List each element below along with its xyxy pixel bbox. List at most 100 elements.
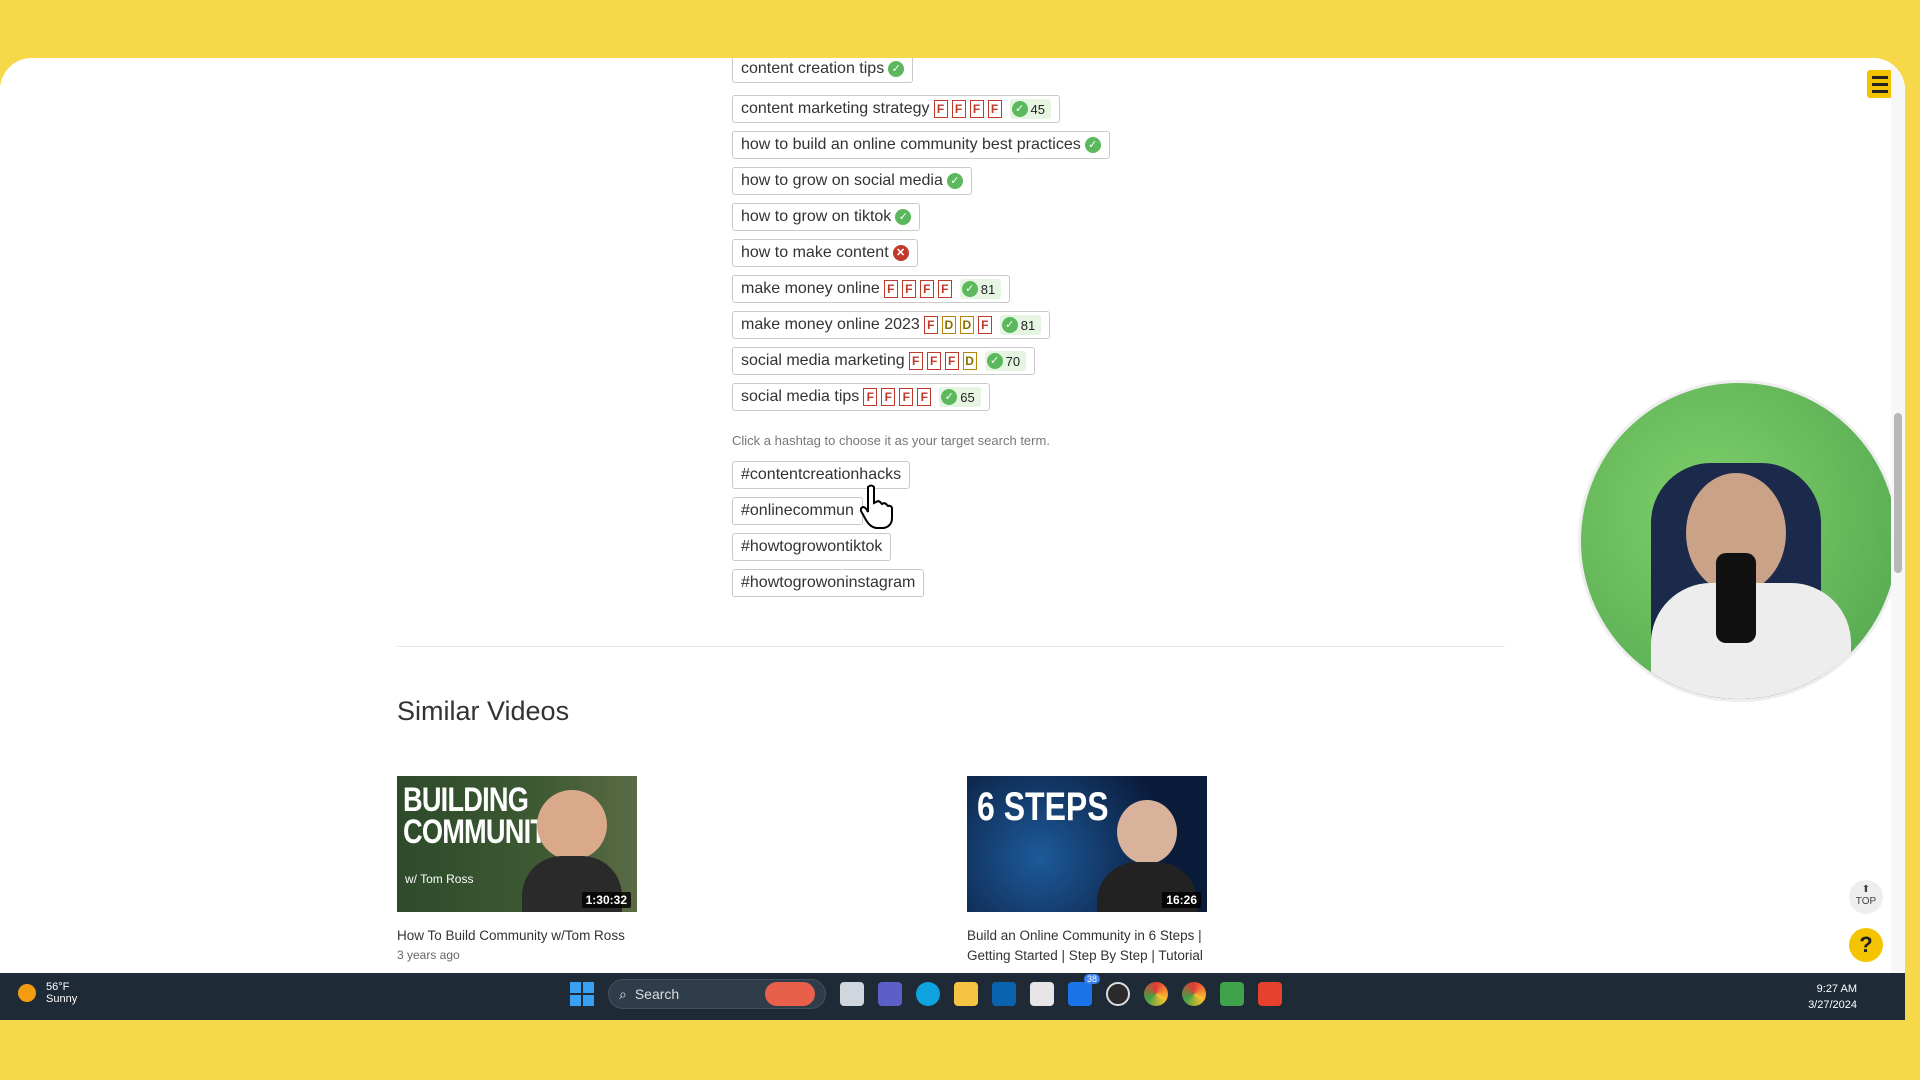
file-explorer-icon[interactable] xyxy=(954,982,978,1006)
video-thumbnail[interactable]: BUILDING COMMUNITY w/ Tom Ross 1:30:32 xyxy=(397,776,637,912)
keyword-label: how to grow on tiktok xyxy=(741,208,892,225)
video-card[interactable]: 6 STEPS 16:26 Build an Online Community … xyxy=(967,776,1207,966)
grade-badge: F xyxy=(926,352,941,370)
hamburger-menu-button[interactable] xyxy=(1867,70,1893,98)
grade-badge: F xyxy=(933,100,948,118)
score-badge: ✓ 65 xyxy=(939,387,981,407)
check-icon: ✓ xyxy=(941,389,958,405)
grade-badge: F xyxy=(969,100,984,118)
grade-badge: F xyxy=(937,280,952,298)
help-button[interactable]: ? xyxy=(1849,928,1883,962)
mail-icon[interactable]: 38 xyxy=(1068,974,1100,1006)
clock-time: 9:27 AM xyxy=(1816,983,1857,995)
camtasia-icon[interactable] xyxy=(1220,982,1244,1006)
check-icon: ✓ xyxy=(895,209,912,225)
grade-badge: F xyxy=(977,316,992,334)
score-value: 45 xyxy=(1030,101,1046,117)
check-icon: ✓ xyxy=(1084,137,1101,153)
keyword-label: content creation tips xyxy=(741,60,885,77)
arrow-up-icon: ⬆ xyxy=(1861,884,1871,895)
keyword-tag[interactable]: how to build an online community best pr… xyxy=(732,131,1110,159)
keyword-tag[interactable]: content marketing strategy FFFF ✓ 45 xyxy=(732,95,1061,123)
taskbar-search[interactable]: ⌕ Search xyxy=(608,979,826,1009)
task-view-icon[interactable] xyxy=(840,982,864,1006)
keyword-tag[interactable]: social media marketing FFFD ✓ 70 xyxy=(732,347,1036,375)
scroll-top-label: TOP xyxy=(1855,896,1877,907)
video-title[interactable]: Build an Online Community in 6 Steps | G… xyxy=(967,926,1207,966)
search-icon: ⌕ xyxy=(619,985,627,1002)
taskbar-apps: ⌕ Search 38 xyxy=(570,974,1282,1009)
grade-badge: F xyxy=(951,100,966,118)
score-value: 65 xyxy=(960,389,975,405)
check-icon: ✓ xyxy=(986,353,1003,369)
check-icon: ✓ xyxy=(888,61,905,77)
weather-widget[interactable]: 56°F Sunny xyxy=(18,981,77,1005)
chrome-icon[interactable] xyxy=(1144,982,1168,1006)
video-card[interactable]: BUILDING COMMUNITY w/ Tom Ross 1:30:32 H… xyxy=(397,776,637,962)
page-content: content creation tips ✓ content marketing… xyxy=(0,58,1905,973)
grade-badge: F xyxy=(881,388,896,406)
page-scrollbar[interactable] xyxy=(1891,58,1905,973)
keyword-tag[interactable]: how to grow on social media ✓ xyxy=(732,167,972,195)
check-icon: ✓ xyxy=(961,281,978,297)
x-circle-icon: ✕ xyxy=(892,245,909,261)
score-badge: ✓ 45 xyxy=(1009,99,1052,119)
taskbar: 56°F Sunny ⌕ Search 38 9:27 AM 3/27/2024 xyxy=(0,973,1905,1020)
scrollbar-thumb[interactable] xyxy=(1894,413,1902,573)
system-clock[interactable]: 9:27 AM 3/27/2024 xyxy=(1808,981,1857,1013)
check-icon: ✓ xyxy=(946,173,963,189)
score-value: 70 xyxy=(1005,353,1021,369)
score-value: 81 xyxy=(1020,317,1036,333)
grade-badge: D xyxy=(959,316,974,334)
grade-badge: F xyxy=(901,280,916,298)
grade-badge: F xyxy=(919,280,934,298)
windows-start-icon[interactable] xyxy=(570,982,594,1006)
store-icon[interactable] xyxy=(1030,982,1054,1006)
webcam-overlay xyxy=(1578,380,1900,702)
grade-badge: F xyxy=(863,388,878,406)
scroll-top-button[interactable]: ⬆ TOP xyxy=(1849,880,1883,914)
keyword-label: social media marketing xyxy=(741,352,905,369)
clock-date: 3/27/2024 xyxy=(1808,999,1857,1011)
keyword-label: how to grow on social media xyxy=(741,172,943,189)
grade-badge: F xyxy=(917,388,932,406)
grade-badge: D xyxy=(962,352,977,370)
notification-badge: 38 xyxy=(1083,974,1100,984)
video-title[interactable]: How To Build Community w/Tom Ross xyxy=(397,926,637,946)
grade-badge: F xyxy=(883,280,898,298)
score-badge: ✓ 70 xyxy=(984,351,1027,371)
chrome-active-icon[interactable] xyxy=(1182,982,1206,1006)
snagit-icon[interactable] xyxy=(1258,982,1282,1006)
grade-badge: D xyxy=(941,316,956,334)
keyword-tag[interactable]: content creation tips ✓ xyxy=(732,58,914,83)
sun-icon xyxy=(18,984,36,1002)
video-age: 3 years ago xyxy=(397,948,460,962)
hashtag-tag[interactable]: #howtogrowontiktok xyxy=(732,533,892,561)
video-thumbnail[interactable]: 6 STEPS 16:26 xyxy=(967,776,1207,912)
outlook-icon[interactable] xyxy=(992,982,1016,1006)
search-placeholder: Search xyxy=(634,986,680,1002)
teams-icon[interactable] xyxy=(878,982,902,1006)
video-duration: 16:26 xyxy=(1162,892,1201,908)
keyword-label: content marketing strategy xyxy=(741,100,930,117)
hashtag-tag[interactable]: #onlinecommun xyxy=(732,497,863,525)
edge-icon[interactable] xyxy=(916,982,940,1006)
check-icon: ✓ xyxy=(1011,101,1028,117)
keyword-tag[interactable]: social media tips FFFF ✓ 65 xyxy=(732,383,990,411)
keyword-tag[interactable]: make money online 2023 FDDF ✓ 81 xyxy=(732,311,1051,339)
keyword-tag[interactable]: how to grow on tiktok ✓ xyxy=(732,203,921,231)
keyword-label: how to make content xyxy=(741,244,889,261)
keyword-tag[interactable]: how to make content ✕ xyxy=(732,239,918,267)
dell-icon[interactable] xyxy=(1106,982,1130,1006)
grade-badge: F xyxy=(987,100,1002,118)
video-duration: 1:30:32 xyxy=(581,892,631,908)
section-divider xyxy=(397,646,1505,647)
hashtag-tag[interactable]: #howtogrowoninstagram xyxy=(732,569,925,597)
browser-window: content creation tips ✓ content marketing… xyxy=(0,58,1905,1020)
grade-badge: F xyxy=(908,352,923,370)
keyword-label: make money online xyxy=(741,280,880,297)
keyword-tag[interactable]: make money online FFFF ✓ 81 xyxy=(732,275,1011,303)
hashtag-hint: Click a hashtag to choose it as your tar… xyxy=(732,433,1050,448)
check-icon: ✓ xyxy=(1001,317,1018,333)
section-title: Similar Videos xyxy=(397,696,570,726)
